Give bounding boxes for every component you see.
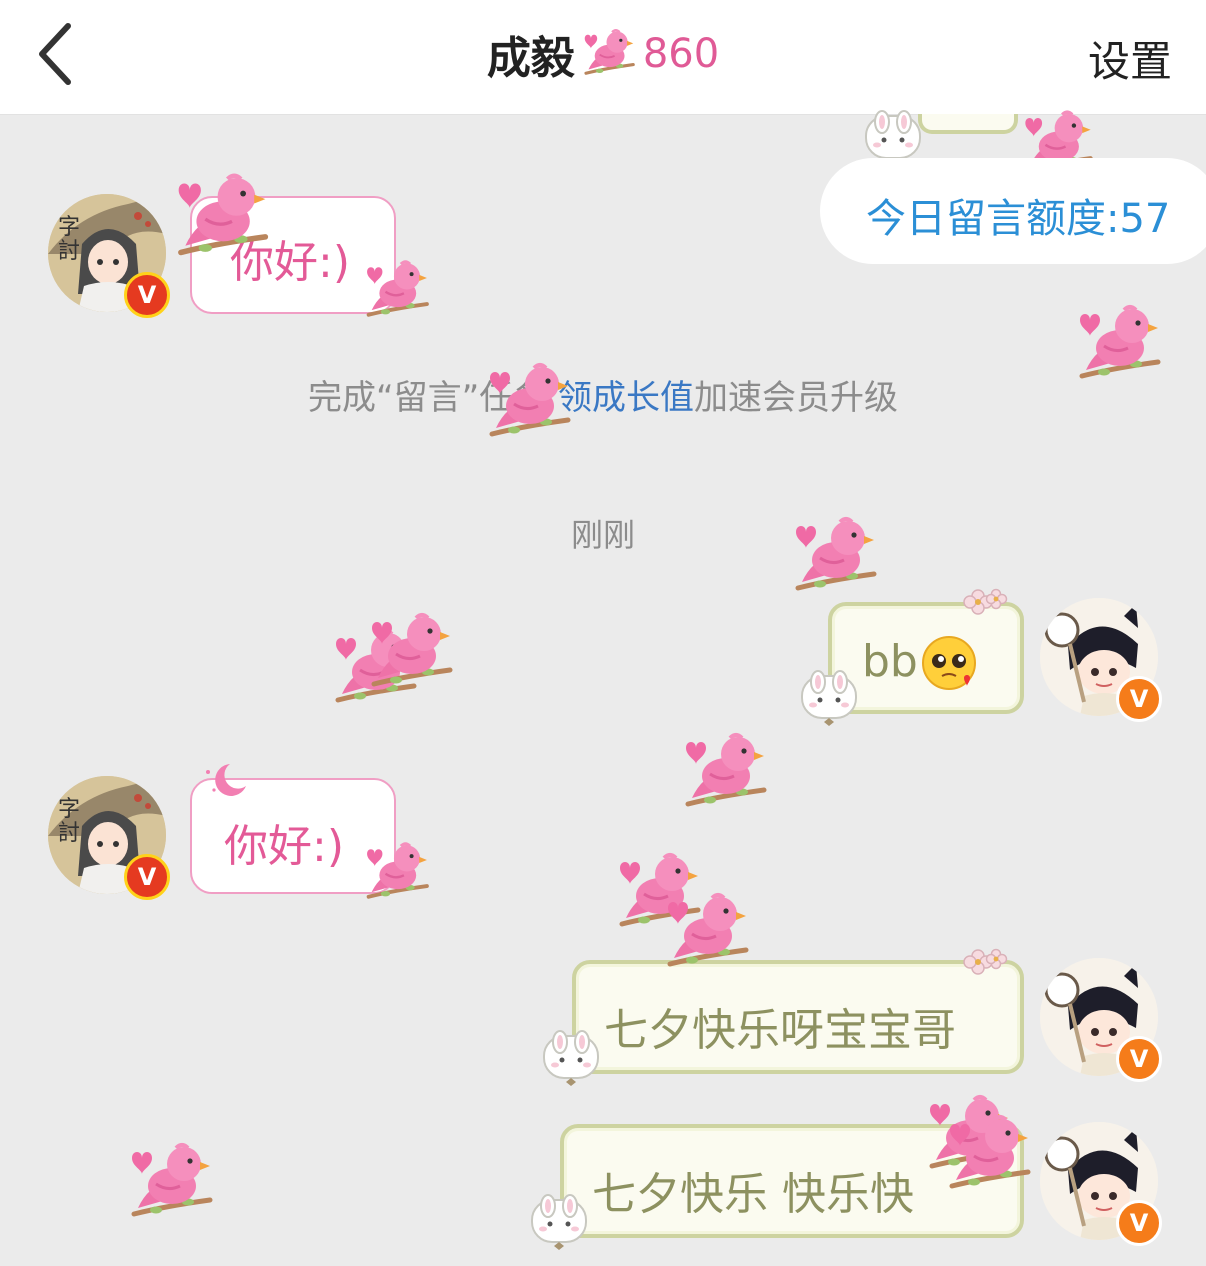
verified-v-badge: V (1116, 1200, 1162, 1246)
bunny-decoration-icon (531, 1194, 587, 1251)
growth-value-link[interactable]: 领成长值 (558, 378, 694, 418)
title-area: 成毅 860 (0, 22, 1206, 84)
chat-title: 成毅 (486, 33, 575, 84)
message-quota-pill: 今日留言额度:57 (820, 158, 1206, 264)
pink-bird-icon (790, 514, 880, 600)
verified-v-badge: V (124, 272, 170, 318)
pink-bird-icon (662, 890, 752, 976)
message-text: 七夕快乐 快乐快 (592, 1169, 914, 1220)
pink-bird-icon (680, 730, 770, 816)
pink-bird-icon (1074, 302, 1164, 388)
settings-button[interactable]: 设置 (1088, 28, 1172, 89)
message-text: bb (862, 636, 918, 687)
bunny-decoration-icon (543, 1030, 599, 1087)
intimacy-score: 860 (642, 31, 720, 77)
previous-message-fragment (918, 114, 1018, 134)
system-notice-suffix: 加速会员升级 (694, 378, 899, 418)
moon-decoration-icon (206, 764, 246, 796)
pink-bird-icon (365, 841, 429, 899)
verified-v-badge: V (1116, 676, 1162, 722)
pink-bird-icon (484, 360, 574, 446)
bunny-decoration-icon (801, 670, 857, 727)
message-bubble-sent[interactable]: 七夕快乐呀宝宝哥 (572, 960, 1024, 1074)
message-timestamp: 刚刚 (570, 516, 635, 554)
pink-bird-icon (172, 170, 272, 266)
flower-decoration-icon (963, 588, 1008, 615)
pink-bird-icon (365, 259, 429, 317)
message-text: 七夕快乐呀宝宝哥 (604, 1005, 956, 1056)
pink-bird-icon (126, 1140, 216, 1226)
pink-bird-icon (366, 610, 456, 696)
flower-decoration-icon (963, 948, 1008, 975)
pleading-face-emoji-icon (922, 636, 976, 690)
message-text: 你好:) (224, 821, 344, 872)
pink-bird-icon (1020, 108, 1096, 158)
verified-v-badge: V (124, 854, 170, 900)
message-quota-text: 今日留言额度:57 (866, 196, 1171, 242)
pink-bird-icon (582, 28, 635, 75)
verified-v-badge: V (1116, 1036, 1162, 1082)
top-nav-bar: 成毅 860 设置 (0, 0, 1206, 115)
system-notice: 完成“留言”任务 领成长值加速会员升级 (0, 370, 1206, 419)
pink-bird-icon (944, 1112, 1034, 1198)
